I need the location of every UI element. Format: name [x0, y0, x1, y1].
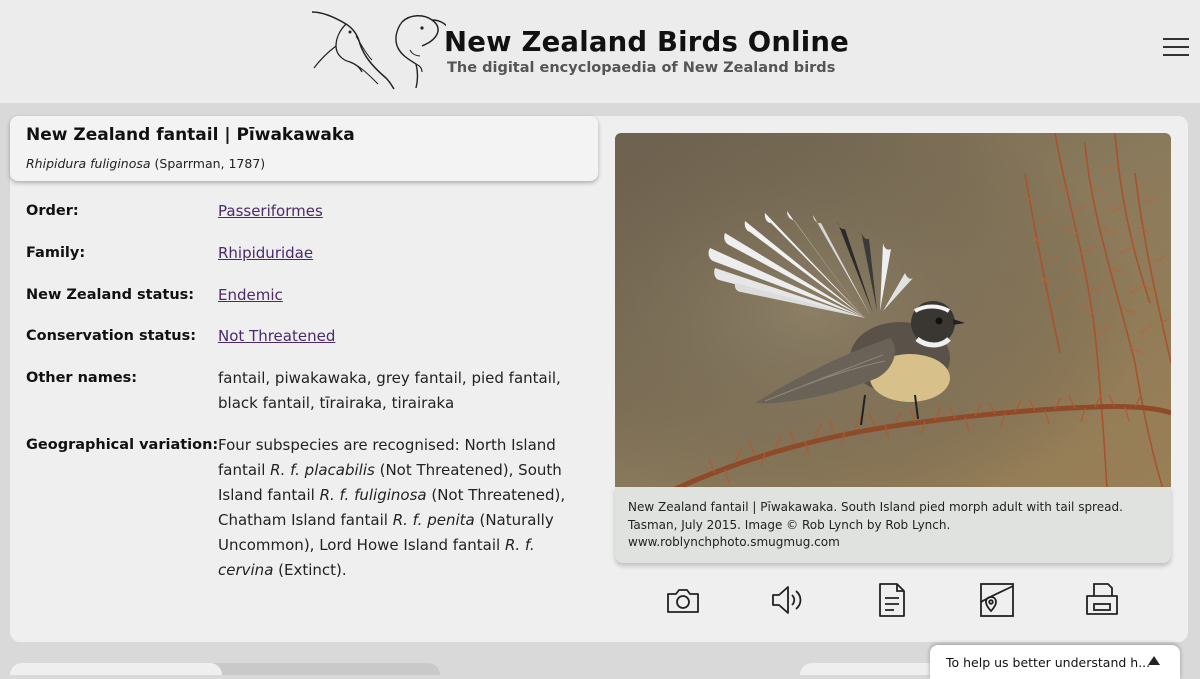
caption-line-2: Tasman, July 2015. Image © Rob Lynch by … — [628, 517, 951, 532]
site-title[interactable]: New Zealand Birds Online — [444, 26, 849, 58]
order-link[interactable]: Passeriformes — [218, 202, 323, 220]
caret-up-icon[interactable] — [1148, 656, 1160, 665]
document-icon[interactable] — [874, 582, 910, 618]
bottom-tab-active[interactable] — [10, 663, 222, 675]
print-icon[interactable] — [1084, 582, 1120, 618]
conservation-status-link[interactable]: Not Threatened — [218, 327, 335, 345]
photo-caption: New Zealand fantail | Pīwakawaka. South … — [615, 487, 1171, 563]
order-label: Order: — [26, 203, 79, 219]
scientific-name: Rhipidura fuliginosa — [26, 156, 151, 171]
sound-icon[interactable] — [770, 582, 806, 618]
site-subtitle: The digital encyclopaedia of New Zealand… — [447, 60, 836, 76]
bottom-panel-edge — [800, 663, 940, 675]
fantail-photo[interactable] — [615, 133, 1171, 489]
geographical-variation-label: Geographical variation: — [26, 437, 219, 453]
site-header: New Zealand Birds Online The digital enc… — [0, 0, 1200, 103]
family-link[interactable]: Rhipiduridae — [218, 244, 313, 262]
hamburger-menu-icon[interactable] — [1163, 38, 1189, 62]
species-common-name: New Zealand fantail | Pīwakawaka — [26, 125, 355, 145]
caption-line-3: www.roblynchphoto.smugmug.com — [628, 535, 840, 549]
nz-status-label: New Zealand status: — [26, 287, 195, 303]
family-label: Family: — [26, 245, 86, 261]
species-title-card: New Zealand fantail | Pīwakawaka Rhipidu… — [10, 116, 598, 181]
camera-icon[interactable] — [665, 582, 701, 618]
other-names-value: fantail, piwakawaka, grey fantail, pied … — [218, 369, 561, 412]
other-names-label: Other names: — [26, 370, 138, 386]
conservation-status-label: Conservation status: — [26, 328, 197, 344]
geographical-variation-value: Four subspecies are recognised: North Is… — [218, 436, 566, 579]
caption-line-1: New Zealand fantail | Pīwakawaka. South … — [628, 500, 1123, 514]
taxonomic-authority: (Sparrman, 1787) — [150, 156, 266, 171]
scientific-name-line: Rhipidura fuliginosa (Sparrman, 1787) — [26, 156, 265, 171]
feedback-text: To help us better understand h... — [946, 655, 1151, 670]
birds-logo-icon[interactable] — [306, 6, 446, 94]
nz-status-link[interactable]: Endemic — [218, 286, 283, 304]
feedback-survey-bar[interactable]: To help us better understand h... — [930, 645, 1180, 679]
map-icon[interactable] — [979, 582, 1015, 618]
